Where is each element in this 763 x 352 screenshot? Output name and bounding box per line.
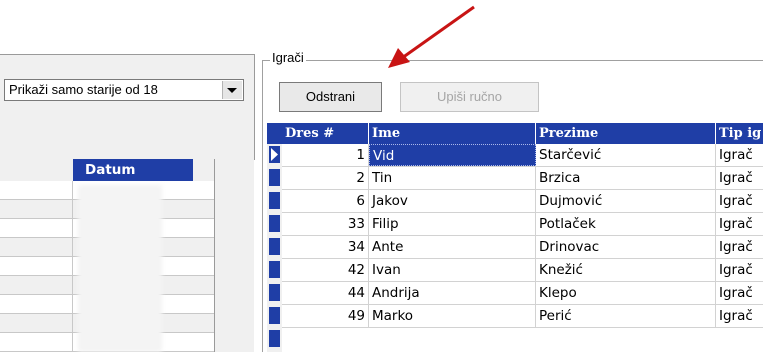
cell-tip[interactable]: Igrač [716, 236, 763, 258]
row-indicator[interactable] [269, 307, 280, 324]
cell-ime-selected[interactable]: Vid [369, 144, 536, 166]
column-divider [72, 181, 73, 352]
cell-tip[interactable]: Igrač [716, 259, 763, 281]
table-row[interactable]: 34 Ante Drinovac Igrač [282, 236, 763, 259]
cell-ime[interactable]: Jakov [369, 190, 536, 212]
cell-prezime[interactable]: Starčević [536, 144, 716, 166]
cell-tip[interactable]: Igrač [716, 167, 763, 189]
cell-prezime[interactable]: Knežić [536, 259, 716, 281]
column-header-tip[interactable]: Tip ig [716, 123, 763, 144]
row-indicator[interactable] [269, 215, 280, 232]
cell-ime[interactable]: Andrija [369, 282, 536, 304]
cell-prezime[interactable]: Drinovac [536, 236, 716, 258]
cell-prezime[interactable]: Dujmović [536, 190, 716, 212]
cell-dres[interactable]: 6 [282, 190, 369, 212]
cell-dres[interactable]: 1 [282, 144, 369, 166]
dropdown-button[interactable] [222, 81, 242, 99]
cell-tip[interactable]: Igrač [716, 282, 763, 304]
cell-ime[interactable]: Ante [369, 236, 536, 258]
cell-dres[interactable]: 33 [282, 213, 369, 235]
blurred-dates [78, 185, 162, 352]
left-grid: Datum rođenja [0, 159, 254, 352]
row-indicator[interactable] [269, 146, 280, 163]
groupbox-border-left [262, 60, 263, 352]
cell-tip[interactable]: Igrač [716, 190, 763, 212]
cell-prezime[interactable]: Perić [536, 305, 716, 327]
cell-tip[interactable]: Igrač [716, 144, 763, 166]
table-row[interactable]: 44 Andrija Klepo Igrač [282, 282, 763, 305]
cell-dres[interactable]: 44 [282, 282, 369, 304]
table-row[interactable]: 49 Marko Perić Igrač [282, 305, 763, 328]
row-indicator[interactable] [269, 169, 280, 186]
filter-panel [0, 54, 255, 160]
column-header-prezime[interactable]: Prezime [536, 123, 716, 144]
cell-ime[interactable]: Tin [369, 167, 536, 189]
grid-border [214, 159, 215, 352]
groupbox-title: Igrači [270, 50, 306, 65]
table-row[interactable]: 1 Vid Starčević Igrač [282, 144, 763, 167]
row-indicator[interactable] [269, 284, 280, 301]
row-indicator[interactable] [269, 330, 280, 347]
players-grid: Dres # Ime Prezime Tip ig 1 Vid Starčevi… [267, 123, 763, 352]
current-row-icon [271, 148, 278, 161]
cell-tip[interactable]: Igrač [716, 213, 763, 235]
row-indicator-column [267, 144, 282, 352]
cell-dres[interactable]: 49 [282, 305, 369, 327]
manual-entry-button[interactable]: Upiši ručno [400, 82, 539, 112]
cell-dres[interactable]: 42 [282, 259, 369, 281]
column-header-dres[interactable]: Dres # [282, 123, 369, 144]
age-filter-value: Prikaži samo starije od 18 [9, 82, 158, 97]
cell-ime[interactable]: Ivan [369, 259, 536, 281]
annotation-arrow-icon [388, 5, 475, 68]
grid-corner [267, 123, 282, 144]
cell-prezime[interactable]: Potlaček [536, 213, 716, 235]
cell-prezime[interactable]: Brzica [536, 167, 716, 189]
cell-dres[interactable]: 2 [282, 167, 369, 189]
row-indicator[interactable] [269, 238, 280, 255]
cell-dres[interactable]: 34 [282, 236, 369, 258]
row-indicator[interactable] [269, 261, 280, 278]
table-row[interactable]: 2 Tin Brzica Igrač [282, 167, 763, 190]
chevron-down-icon [227, 88, 237, 93]
cell-prezime[interactable]: Klepo [536, 282, 716, 304]
remove-button[interactable]: Odstrani [279, 82, 382, 112]
cell-ime[interactable]: Marko [369, 305, 536, 327]
row-indicator[interactable] [269, 192, 280, 209]
age-filter-dropdown[interactable]: Prikaži samo starije od 18 [4, 79, 244, 101]
groupbox-border-top [262, 60, 763, 61]
cell-tip[interactable]: Igrač [716, 305, 763, 327]
table-row[interactable]: 6 Jakov Dujmović Igrač [282, 190, 763, 213]
cell-ime[interactable]: Filip [369, 213, 536, 235]
column-header-birthdate[interactable]: Datum rođenja [73, 159, 193, 200]
column-header-ime[interactable]: Ime [369, 123, 536, 144]
table-row[interactable]: 33 Filip Potlaček Igrač [282, 213, 763, 236]
table-row[interactable]: 42 Ivan Knežić Igrač [282, 259, 763, 282]
